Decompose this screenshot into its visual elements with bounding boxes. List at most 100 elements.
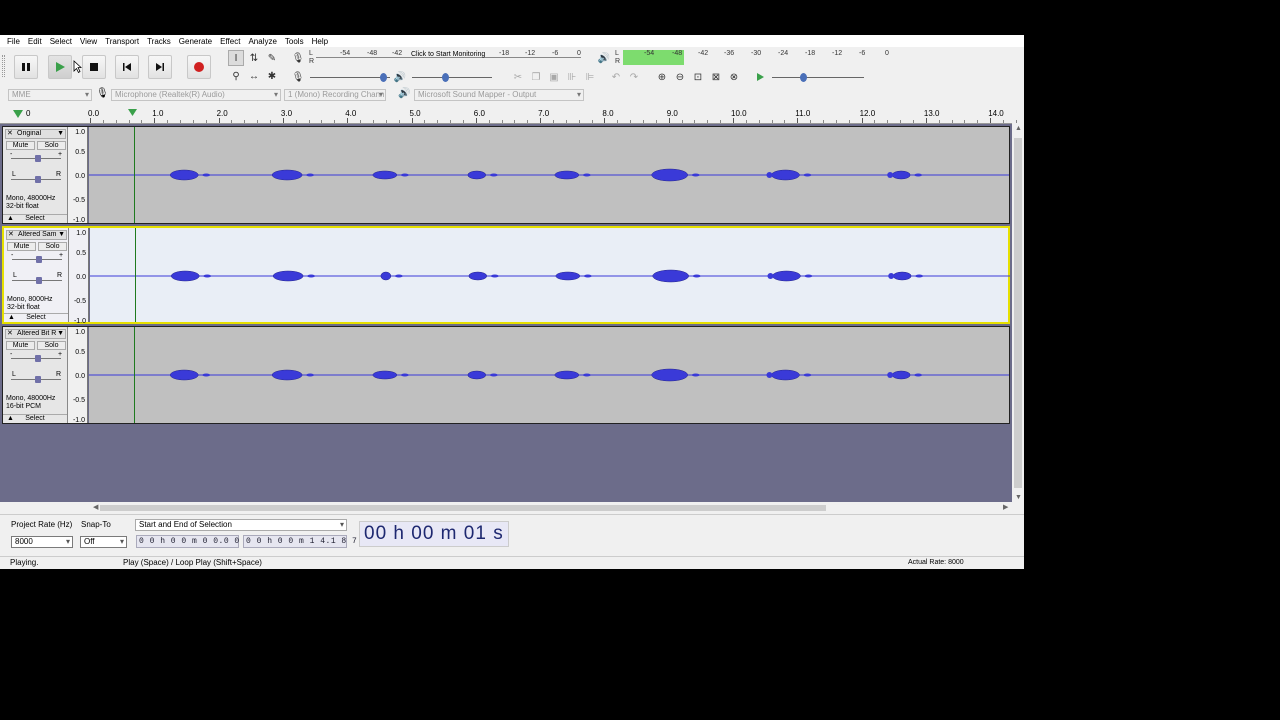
waveform-area[interactable] [90,228,1010,322]
menu-transport[interactable]: Transport [105,37,139,46]
silence-button[interactable]: ⊫ [582,69,598,85]
fit-selection-button[interactable]: ⊡ [690,69,706,85]
time-shift-tool-button[interactable]: ↔ [246,68,262,84]
playback-volume-slider[interactable] [412,70,492,82]
gain-slider[interactable] [11,354,61,363]
timeline-ruler[interactable]: 0 0.0 1.0 2.0 3.0 4.0 5.0 6.0 7.0 8.0 9.0 10.0 11.0… [0,107,1017,124]
playback-meter-button[interactable]: 🔊 [596,50,612,66]
audio-track[interactable]: ✕ Altered Sam ▼ Mute Solo - + L R Mono, 8000Hz 32-… [2,226,1010,325]
selection-end-time[interactable]: 0 0 h 0 0 m 1 4.1 8 7 s [243,535,367,548]
recording-volume-slider[interactable] [310,70,390,82]
envelope-tool-button[interactable]: ⇅ [246,50,262,66]
close-icon[interactable]: ✕ [8,231,14,239]
audio-track[interactable]: ✕ Altered Bit R ▼ Mute Solo - + L R Mono, 48000Hz… [2,326,1010,424]
horizontal-scroll-thumb[interactable] [100,505,826,511]
solo-button[interactable]: Solo [37,341,66,350]
mute-button[interactable]: Mute [6,141,35,150]
zoom-toggle-button[interactable]: ⊗ [726,69,742,85]
vertical-scroll-thumb[interactable] [1014,138,1022,488]
pan-slider[interactable] [12,276,62,285]
menu-help[interactable]: Help [312,37,328,46]
scroll-up-icon[interactable]: ▲ [1015,125,1022,132]
audio-track[interactable]: ✕ Original ▼ Mute Solo - + L R Mono, 48000Hz 32-bi… [2,126,1010,224]
record-meter-button[interactable]: 🎙 [290,50,306,66]
vertical-scrollbar[interactable]: ▲ ▼ [1012,124,1024,502]
gain-slider[interactable] [11,154,61,163]
audio-position-display[interactable]: 00 h 00 m 01 s [359,521,509,547]
zoom-tool-button[interactable]: ⚲ [228,68,244,84]
horizontal-scrollbar[interactable]: ◀ ▶ [0,502,1012,514]
mute-button[interactable]: Mute [7,242,36,251]
menu-file[interactable]: File [7,37,20,46]
vertical-ruler[interactable]: 1.0 0.5 0.0 -0.5 -1.0 [69,228,89,325]
undo-button[interactable]: ↶ [608,69,624,85]
collapse-icon[interactable]: ▲ [8,314,15,322]
menu-view[interactable]: View [80,37,97,46]
close-icon[interactable]: ✕ [7,130,13,138]
record-button[interactable] [187,55,211,79]
close-icon[interactable]: ✕ [7,330,13,338]
paste-button[interactable]: ▣ [546,69,562,85]
copy-button[interactable]: ❐ [528,69,544,85]
track-select-button[interactable]: ▲ Select [3,214,67,223]
track-name-menu[interactable]: ✕ Altered Bit R ▼ [5,329,66,339]
multi-tool-button[interactable]: ✱ [264,68,280,84]
project-rate-dropdown[interactable]: 8000 [11,536,73,548]
vertical-ruler[interactable]: 1.0 0.5 0.0 -0.5 -1.0 [68,127,88,224]
solo-button[interactable]: Solo [38,242,67,251]
selection-mode-dropdown[interactable]: Start and End of Selection [135,519,347,531]
collapse-icon[interactable]: ▲ [7,415,14,423]
track-name-menu[interactable]: ✕ Original ▼ [5,129,66,139]
snap-to-dropdown[interactable]: Off [80,536,127,548]
play-at-speed-button[interactable] [752,69,768,85]
pan-slider[interactable] [11,375,61,384]
redo-button[interactable]: ↷ [626,69,642,85]
track-name-menu[interactable]: ✕ Altered Sam ▼ [6,230,67,240]
waveform-area[interactable] [89,327,1009,423]
playback-device-dropdown[interactable]: Microsoft Sound Mapper - Output [414,89,584,101]
scroll-down-icon[interactable]: ▼ [1015,494,1022,501]
play-speed-slider[interactable] [772,70,864,82]
ruler-minor-tick [1003,120,1005,123]
scroll-left-icon[interactable]: ◀ [93,503,98,511]
trim-button[interactable]: ⊪ [564,69,580,85]
menu-generate[interactable]: Generate [179,37,212,46]
zoom-out-button[interactable]: ⊖ [672,69,688,85]
recording-channels-dropdown[interactable]: 1 (Mono) Recording Chann [284,89,386,101]
play-meter-tick: -36 [724,50,735,57]
fit-project-button[interactable]: ⊠ [708,69,724,85]
play-button[interactable] [48,55,72,79]
skip-to-end-button[interactable] [148,55,172,79]
menu-analyze[interactable]: Analyze [248,37,276,46]
dropdown-arrow-icon[interactable]: ▼ [57,330,64,338]
mute-button[interactable]: Mute [6,341,35,350]
audio-host-dropdown[interactable]: MME [8,89,92,101]
stop-button[interactable] [82,55,106,79]
selection-start-time[interactable]: 0 0 h 0 0 m 0 0.0 0 0 s [136,535,260,548]
draw-tool-button[interactable]: ✎ [264,50,280,66]
gain-slider[interactable] [12,255,62,264]
waveform-area[interactable] [89,127,1009,223]
cut-button[interactable]: ✂ [510,69,526,85]
vertical-ruler[interactable]: 1.0 0.5 0.0 -0.5 -1.0 [68,327,88,424]
track-select-button[interactable]: ▲ Select [3,414,67,423]
start-monitoring-label[interactable]: Click to Start Monitoring [411,51,485,58]
collapse-icon[interactable]: ▲ [7,215,14,223]
skip-to-start-button[interactable] [115,55,139,79]
pause-button[interactable] [14,55,38,79]
menu-edit[interactable]: Edit [28,37,42,46]
solo-button[interactable]: Solo [37,141,66,150]
selection-tool-button[interactable]: I [228,50,244,66]
scroll-right-icon[interactable]: ▶ [1003,503,1008,511]
dropdown-arrow-icon[interactable]: ▼ [58,231,65,239]
menu-tools[interactable]: Tools [285,37,304,46]
recording-device-dropdown[interactable]: Microphone (Realtek(R) Audio) [111,89,281,101]
toolbar-grip[interactable] [2,55,5,77]
zoom-in-button[interactable]: ⊕ [654,69,670,85]
track-select-button[interactable]: ▲ Select [4,313,68,322]
menu-effect[interactable]: Effect [220,37,240,46]
pan-slider[interactable] [11,175,61,184]
dropdown-arrow-icon[interactable]: ▼ [57,130,64,138]
menu-tracks[interactable]: Tracks [147,37,171,46]
menu-select[interactable]: Select [50,37,72,46]
